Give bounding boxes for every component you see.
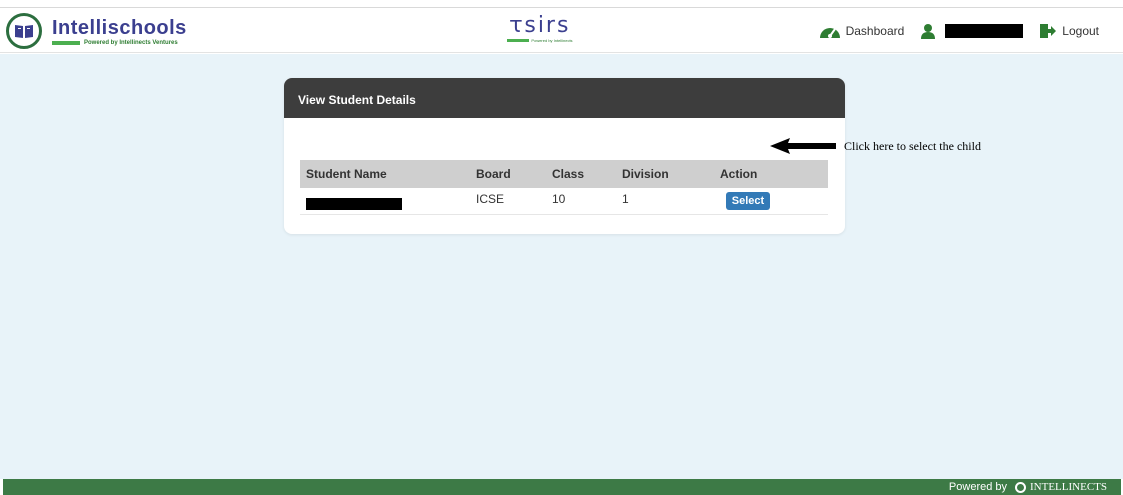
app-header: Intellischools Powered by Intellinects V… [0, 8, 1123, 53]
col-class: Class [546, 160, 616, 188]
select-button[interactable]: Select [726, 192, 770, 210]
col-division: Division [616, 160, 714, 188]
student-name-cell [300, 188, 470, 215]
brand-subtitle: Powered by Intellinects Ventures [84, 39, 178, 46]
table-row: ICSE 10 1 Select [300, 188, 828, 215]
annotation: Click here to select the child [770, 137, 981, 155]
isirs-logo-text: ꚍsirs [509, 13, 571, 38]
footer: Powered by INTELLINECTS [3, 479, 1121, 495]
col-board: Board [470, 160, 546, 188]
top-nav: Dashboard Logout [803, 16, 1099, 46]
top-line [0, 0, 1123, 8]
annotation-text: Click here to select the child [844, 138, 981, 153]
footer-powered-by: Powered by [948, 481, 1008, 493]
user-menu[interactable] [920, 23, 1024, 39]
arrow-left-icon [770, 138, 836, 154]
footer-brand: INTELLINECTS [1030, 481, 1107, 493]
logout-icon [1040, 24, 1057, 38]
action-cell: Select [714, 188, 828, 215]
isirs-logo: ꚍsirs Powered by Intellinects [505, 14, 575, 50]
col-action: Action [714, 160, 828, 188]
table-header-row: Student Name Board Class Division Action [300, 160, 828, 188]
dashboard-icon [819, 28, 840, 38]
dashboard-link[interactable]: Dashboard [819, 23, 905, 39]
logout-link[interactable]: Logout [1039, 23, 1099, 39]
ring-icon [1015, 481, 1027, 493]
division-cell: 1 [616, 188, 714, 215]
main-content: View Student Details Student Name Board … [0, 54, 1123, 479]
user-icon [921, 24, 936, 39]
board-cell: ICSE [470, 188, 546, 215]
class-cell: 10 [546, 188, 616, 215]
brand-name: Intellischools [52, 16, 187, 39]
student-details-panel: View Student Details Student Name Board … [284, 78, 845, 234]
panel-title: View Student Details [284, 78, 845, 118]
footer-brand-logo: INTELLINECTS [1015, 481, 1107, 493]
redacted-student-name [306, 198, 402, 210]
dashboard-label: Dashboard [845, 24, 905, 38]
student-table: Student Name Board Class Division Action… [300, 160, 828, 215]
isirs-logo-subtitle: Powered by Intellinects [531, 38, 573, 43]
col-student-name: Student Name [300, 160, 470, 188]
logout-label: Logout [1062, 24, 1099, 38]
book-icon [6, 13, 42, 49]
redacted-username [945, 24, 1024, 38]
brand-logo-link[interactable]: Intellischools Powered by Intellinects V… [6, 12, 187, 50]
